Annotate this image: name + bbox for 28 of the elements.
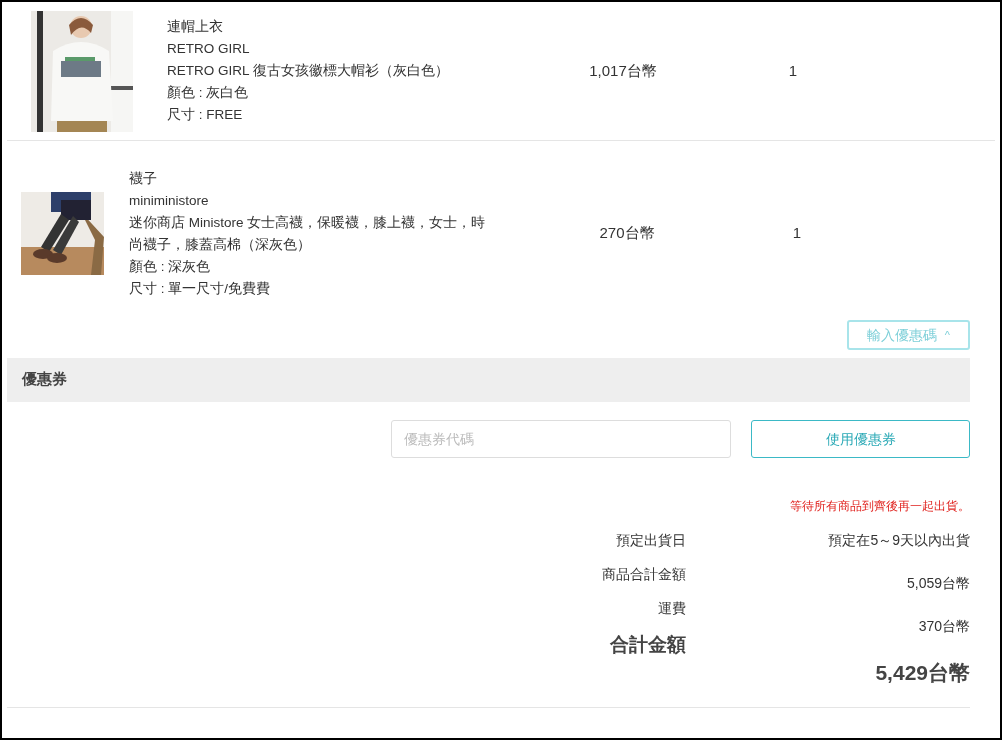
quantity: 1 <box>788 60 798 81</box>
summary-label: 預定出貨日 <box>616 531 686 550</box>
summary-label: 商品合計金額 <box>602 565 686 584</box>
product-category: 襪子 <box>129 169 158 188</box>
product-size: 尺寸 : 單一尺寸/免費費 <box>129 279 271 298</box>
coupon-toggle-button[interactable]: 輸入優惠碼 ^ <box>846 320 970 350</box>
product-category: 連帽上衣 <box>167 18 224 36</box>
section-title: 優惠券 <box>22 370 67 390</box>
total-value: 5,429台幣 <box>875 660 970 687</box>
product-color: 顏色 : 灰白色 <box>167 84 250 102</box>
summary-value: 預定在5～9天以內出貨 <box>828 531 970 550</box>
product-name: RETRO GIRL 復古女孩徽標大帽衫（灰白色） <box>167 62 450 80</box>
shipping-notice: 等待所有商品到齊後再一起出貨。 <box>790 499 970 514</box>
summary-value: 5,059台幣 <box>906 574 970 593</box>
brand-name: RETRO GIRL <box>167 40 251 58</box>
brand-name: miniministore <box>129 191 210 210</box>
price: 270台幣 <box>599 223 655 244</box>
apply-coupon-button[interactable]: 使用優惠券 <box>751 420 970 458</box>
price: 1,017台幣 <box>589 60 657 81</box>
summary-value: 370台幣 <box>918 617 970 636</box>
coupon-code-field[interactable]: 優惠券代碼 <box>391 420 731 458</box>
product-color: 顏色 : 深灰色 <box>129 257 212 276</box>
caret-icon: ^ <box>944 326 950 344</box>
total-label: 合計金額 <box>610 633 686 658</box>
product-size: 尺寸 : FREE <box>167 106 244 124</box>
product-name: 迷你商店 Ministore 女士高襪，保暖襪，膝上襪，女士，時尚襪子，膝蓋高棉（深灰色） <box>129 213 487 254</box>
quantity: 1 <box>792 223 802 244</box>
summary-label: 運費 <box>658 599 686 618</box>
